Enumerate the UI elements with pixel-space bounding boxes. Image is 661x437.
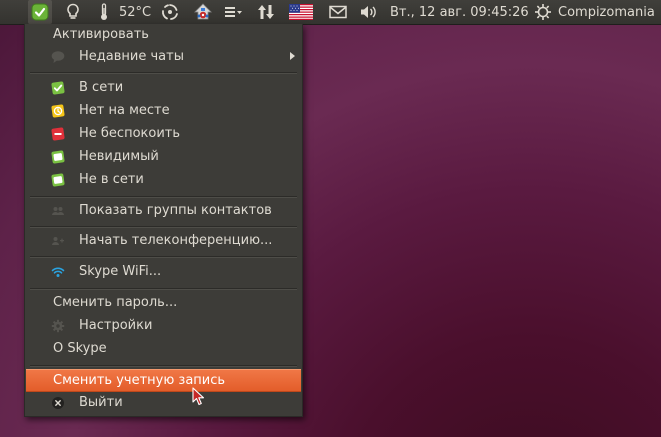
menu-list-icon	[225, 7, 242, 17]
menu-item-label: Активировать	[53, 27, 149, 42]
status-offline-icon	[51, 173, 65, 187]
menu-separator	[30, 226, 297, 228]
transfer-arrows-icon	[258, 5, 274, 19]
menu-item-skype-wifi[interactable]: Skype WiFi...	[26, 261, 301, 283]
skype-indicator-menu: Активировать Недавние чаты В сети Нет на…	[24, 24, 303, 417]
mail-icon	[329, 5, 347, 19]
menu-item-about[interactable]: О Skype	[26, 338, 301, 360]
skype-status-indicator[interactable]	[28, 0, 52, 24]
contact-groups-icon	[52, 207, 64, 215]
chat-bubble-icon	[51, 51, 65, 63]
menu-item-status-dnd[interactable]: Не беспокоить	[26, 123, 301, 145]
menu-item-activate[interactable]: Активировать	[26, 24, 301, 46]
indicator-temperature[interactable]	[96, 0, 112, 24]
menu-item-label: Skype WiFi...	[79, 264, 162, 279]
skype-status-icon	[31, 3, 49, 21]
menu-item-label: Не в сети	[79, 172, 144, 187]
menu-item-status-away[interactable]: Нет на месте	[26, 100, 301, 122]
submenu-arrow-icon	[290, 52, 295, 60]
menu-item-switch-account[interactable]: Сменить учетную запись	[26, 369, 301, 392]
indicator-menu-list[interactable]	[222, 0, 244, 24]
menu-item-status-online[interactable]: В сети	[26, 77, 301, 99]
power-icon	[535, 4, 551, 20]
menu-item-quit[interactable]: Выйти	[26, 392, 301, 414]
indicator-sound[interactable]	[358, 0, 380, 24]
thermometer-icon	[101, 3, 107, 20]
menu-item-label: Невидимый	[79, 149, 159, 164]
us-flag-icon	[289, 4, 313, 20]
menu-item-settings[interactable]: Настройки	[26, 315, 301, 337]
menu-separator	[30, 256, 297, 258]
menu-item-label: Настройки	[79, 318, 153, 333]
clock-text: Вт., 12 авг. 09:45:26	[390, 4, 529, 20]
status-dnd-icon	[51, 127, 65, 141]
menu-item-label: Не беспокоить	[79, 126, 181, 141]
status-invisible-icon	[51, 150, 65, 164]
temperature-value: 52°C	[119, 4, 152, 20]
wifi-icon	[51, 267, 65, 277]
update-icon	[194, 3, 212, 20]
indicator-lightbulb[interactable]	[64, 0, 82, 24]
menu-item-label: Показать группы контактов	[79, 203, 272, 218]
menu-item-label: Выйти	[79, 395, 123, 410]
spinner-icon	[162, 4, 178, 20]
status-online-icon	[51, 81, 65, 95]
indicator-messages[interactable]	[328, 0, 348, 24]
hostname-label: Compizomania	[558, 4, 655, 20]
status-away-icon	[51, 104, 65, 118]
keyboard-layout-indicator[interactable]	[288, 0, 314, 24]
menu-item-label: Недавние чаты	[79, 49, 184, 64]
mouse-cursor-icon	[192, 387, 205, 406]
menu-item-label: Сменить пароль...	[53, 295, 178, 310]
menu-item-status-offline[interactable]: Не в сети	[26, 169, 301, 191]
conference-icon	[52, 237, 64, 245]
lightbulb-icon	[67, 3, 79, 19]
menu-separator	[30, 196, 297, 198]
menu-separator	[30, 72, 297, 74]
menu-item-label: О Skype	[53, 341, 107, 356]
top-panel: 52°C Вт., 12 авг. 09:45:26 Compizomania	[0, 0, 661, 25]
menu-item-change-password[interactable]: Сменить пароль...	[26, 292, 301, 314]
menu-item-label: Нет на месте	[79, 103, 170, 118]
menu-separator	[30, 365, 297, 367]
indicator-datetime[interactable]: Вт., 12 авг. 09:45:26	[390, 0, 529, 24]
menu-item-label: В сети	[79, 80, 124, 95]
menu-item-recent-chats[interactable]: Недавние чаты	[26, 46, 301, 68]
quit-icon	[52, 397, 64, 409]
menu-item-show-groups[interactable]: Показать группы контактов	[26, 200, 301, 222]
indicator-transfer[interactable]	[256, 0, 276, 24]
gear-icon	[51, 319, 65, 333]
menu-separator	[30, 288, 297, 290]
volume-icon	[361, 6, 376, 18]
indicator-updates[interactable]	[192, 0, 214, 24]
menu-item-label: Начать телеконференцию...	[79, 233, 273, 248]
menu-item-status-invisible[interactable]: Невидимый	[26, 146, 301, 168]
menu-item-start-conference[interactable]: Начать телеконференцию...	[26, 230, 301, 252]
indicator-spinner[interactable]	[160, 0, 180, 24]
indicator-session[interactable]: Compizomania	[534, 0, 661, 24]
